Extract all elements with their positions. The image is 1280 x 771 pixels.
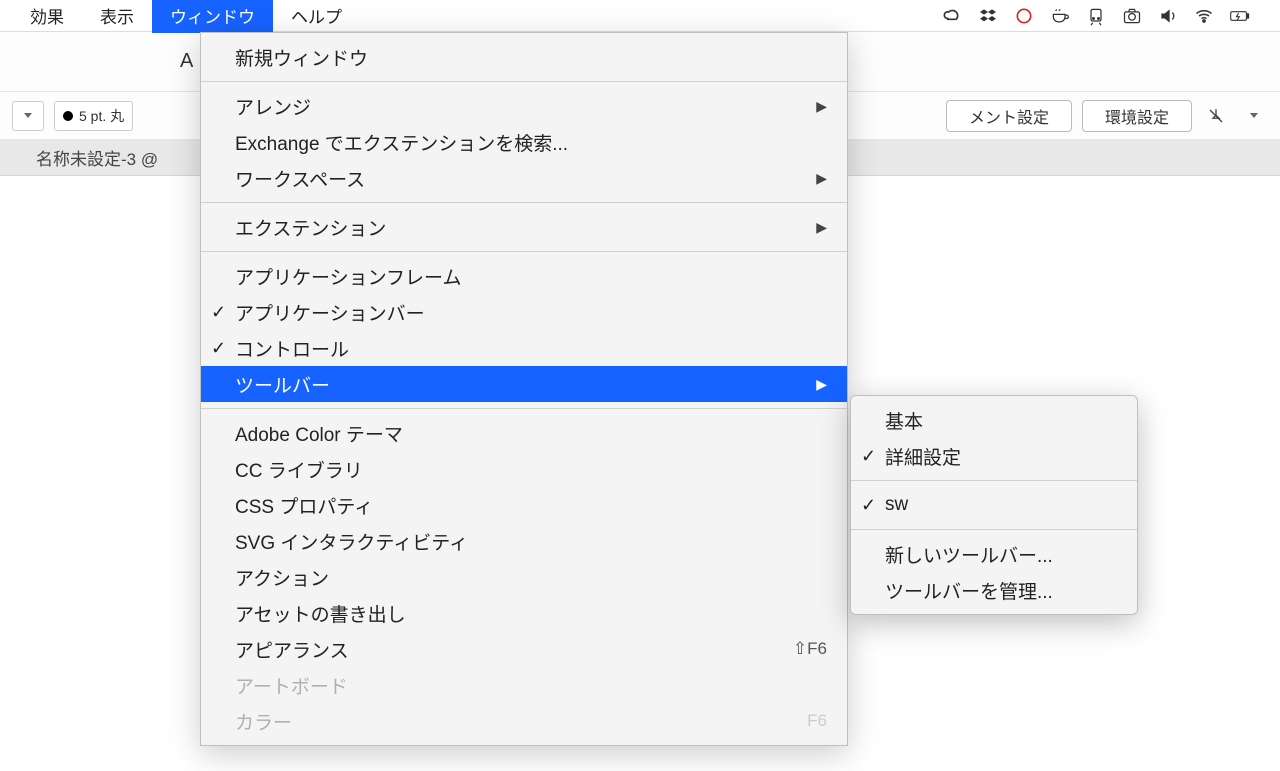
menu-item-label: 新規ウィンドウ (235, 44, 368, 71)
submenu-manage-toolbars[interactable]: ツールバーを管理... (851, 572, 1137, 608)
submenu-arrow-icon: ▶ (816, 170, 827, 187)
brush-label: 5 pt. 丸 (79, 106, 124, 126)
check-icon: ✓ (861, 446, 876, 467)
menu-item-label: アプリケーションフレーム (235, 263, 461, 290)
menu-separator (201, 202, 847, 203)
menu-adobe-color[interactable]: Adobe Color テーマ (201, 415, 847, 451)
menu-control[interactable]: ✓ コントロール (201, 330, 847, 366)
menu-item-label: アクション (235, 564, 329, 591)
menu-item-label: アレンジ (235, 93, 311, 120)
menu-cc-libraries[interactable]: CC ライブラリ (201, 451, 847, 487)
creative-cloud-icon[interactable] (942, 6, 962, 26)
coffee-icon[interactable] (1050, 6, 1070, 26)
menu-item-label: エクステンション (235, 214, 386, 241)
menu-separator (851, 529, 1137, 530)
preferences-button[interactable]: 環境設定 (1082, 100, 1192, 132)
battery-icon[interactable] (1230, 6, 1250, 26)
menu-item-label: 基本 (885, 407, 923, 434)
menu-item-label: SVG インタラクティビティ (235, 528, 468, 555)
check-icon: ✓ (211, 338, 226, 359)
menu-item-label: コントロール (235, 335, 349, 362)
menu-item-label: CC ライブラリ (235, 456, 363, 483)
menubar-left: 効果 表示 ウィンドウ ヘルプ (12, 0, 360, 33)
menu-extension[interactable]: エクステンション ▶ (201, 209, 847, 245)
menubar-tray (942, 6, 1268, 26)
train-icon[interactable] (1086, 6, 1106, 26)
menu-new-window[interactable]: 新規ウィンドウ (201, 39, 847, 75)
menu-exchange-search[interactable]: Exchange でエクステンションを検索... (201, 124, 847, 160)
window-dropdown: 新規ウィンドウ アレンジ ▶ Exchange でエクステンションを検索... … (200, 32, 848, 746)
menu-appearance[interactable]: アピアランス ⇧F6 (201, 631, 847, 667)
pin-icon[interactable] (1202, 102, 1230, 130)
menubar: 効果 表示 ウィンドウ ヘルプ (0, 0, 1280, 32)
menu-separator (201, 81, 847, 82)
menu-application-frame[interactable]: アプリケーションフレーム (201, 258, 847, 294)
brush-select[interactable]: 5 pt. 丸 (54, 101, 133, 131)
chevron-down-icon (24, 113, 32, 118)
menu-item-label: 詳細設定 (885, 443, 961, 470)
submenu-advanced[interactable]: ✓ 詳細設定 (851, 438, 1137, 474)
menu-effect[interactable]: 効果 (12, 0, 82, 33)
menu-item-label: アートボード (235, 672, 348, 699)
menu-item-label: ツールバーを管理... (885, 577, 1053, 604)
submenu-arrow-icon: ▶ (816, 376, 827, 393)
submenu-basic[interactable]: 基本 (851, 402, 1137, 438)
check-icon: ✓ (861, 495, 876, 516)
menu-item-label: アプリケーションバー (235, 299, 425, 326)
menu-view[interactable]: 表示 (82, 0, 152, 33)
menu-item-label: カラー (235, 708, 292, 735)
menu-item-label: 新しいツールバー... (885, 541, 1053, 568)
submenu-arrow-icon: ▶ (816, 98, 827, 115)
app-title: A (180, 50, 193, 73)
expand-icon[interactable] (1240, 102, 1268, 130)
menu-item-label: ツールバー (235, 371, 330, 398)
menu-item-label: アセットの書き出し (235, 600, 406, 627)
menu-separator (201, 251, 847, 252)
menu-item-label: Exchange でエクステンションを検索... (235, 129, 568, 156)
menu-action[interactable]: アクション (201, 559, 847, 595)
menu-toolbar[interactable]: ツールバー ▶ (201, 366, 847, 402)
shortcut-label: ⇧F6 (793, 639, 827, 659)
submenu-new-toolbar[interactable]: 新しいツールバー... (851, 536, 1137, 572)
menu-item-label: ワークスペース (235, 165, 365, 192)
menu-item-label: アピアランス (235, 636, 349, 663)
document-settings-button[interactable]: メント設定 (946, 100, 1072, 132)
dropbox-icon[interactable] (978, 6, 998, 26)
menu-separator (201, 408, 847, 409)
submenu-arrow-icon: ▶ (816, 219, 827, 236)
menu-css-properties[interactable]: CSS プロパティ (201, 487, 847, 523)
wifi-icon[interactable] (1194, 6, 1214, 26)
menu-item-label: sw (885, 494, 908, 516)
shortcut-label: F6 (807, 711, 827, 731)
menu-color[interactable]: カラー F6 (201, 703, 847, 739)
brush-preview-icon (63, 111, 73, 121)
menu-help[interactable]: ヘルプ (273, 0, 360, 33)
camera-icon[interactable] (1122, 6, 1142, 26)
circle-icon[interactable] (1014, 6, 1034, 26)
toolbar-submenu: 基本 ✓ 詳細設定 ✓ sw 新しいツールバー... ツールバーを管理... (850, 395, 1138, 615)
menu-item-label: CSS プロパティ (235, 492, 373, 519)
volume-icon[interactable] (1158, 6, 1178, 26)
menu-window[interactable]: ウィンドウ (152, 0, 273, 33)
menu-item-label: Adobe Color テーマ (235, 420, 403, 447)
control-left-dropdown[interactable] (12, 101, 44, 131)
submenu-sw[interactable]: ✓ sw (851, 487, 1137, 523)
check-icon: ✓ (211, 302, 226, 323)
menu-artboard[interactable]: アートボード (201, 667, 847, 703)
menu-svg-interactivity[interactable]: SVG インタラクティビティ (201, 523, 847, 559)
menu-arrange[interactable]: アレンジ ▶ (201, 88, 847, 124)
menu-separator (851, 480, 1137, 481)
menu-application-bar[interactable]: ✓ アプリケーションバー (201, 294, 847, 330)
menu-workspace[interactable]: ワークスペース ▶ (201, 160, 847, 196)
document-tab-label[interactable]: 名称未設定-3 @ (36, 145, 158, 170)
menu-asset-export[interactable]: アセットの書き出し (201, 595, 847, 631)
chevron-down-icon (1250, 113, 1258, 118)
